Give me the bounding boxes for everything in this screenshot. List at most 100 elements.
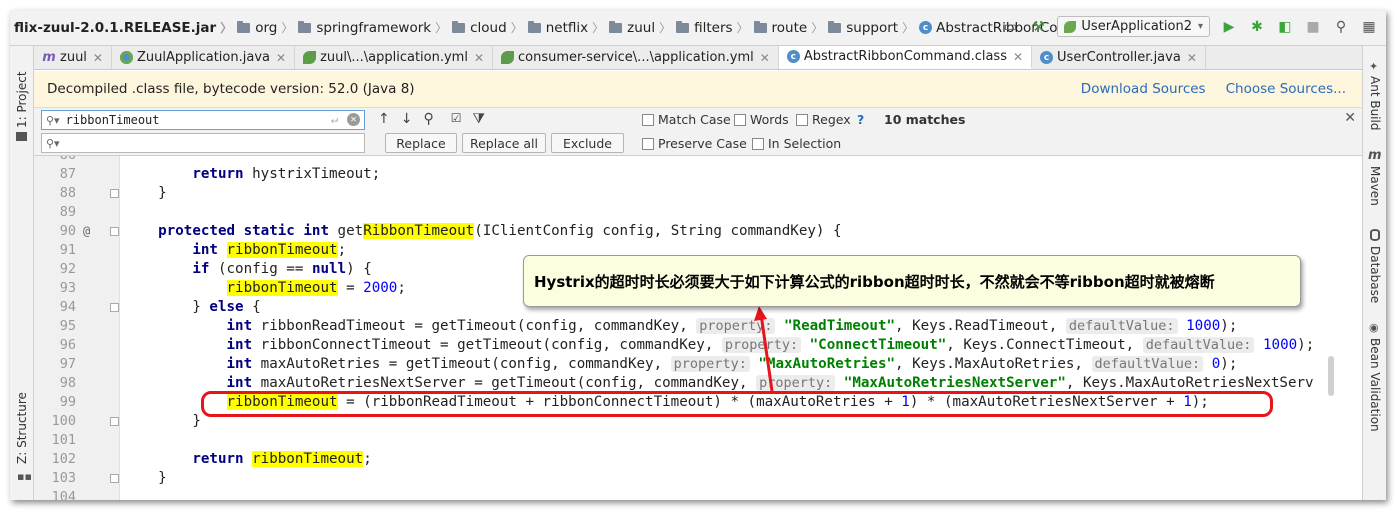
choose-sources-link[interactable]: Choose Sources... xyxy=(1226,81,1346,97)
tool-window-ant-build[interactable]: Ant Build xyxy=(1368,76,1382,130)
code-line[interactable]: 96 int ribbonConnectTimeout = getTimeout… xyxy=(34,336,1362,355)
tab-consumer-application-yml[interactable]: consumer-service\...\application.yml ✕ xyxy=(493,46,779,69)
build-hammer-icon[interactable]: ⚒ xyxy=(1029,18,1047,36)
fold-marker-icon[interactable] xyxy=(110,417,119,426)
tab-abstract-ribbon-command[interactable]: c AbstractRibbonCommand.class ✕ xyxy=(778,46,1033,69)
toolbar-right: ▭ ⚒ UserApplication2 ▾ ▶ ✱ ◧ ■ ⚲ ▦ xyxy=(1001,16,1378,37)
breadcrumb-route[interactable]: route 〉 xyxy=(753,19,829,36)
tab-label: consumer-service\...\application.yml xyxy=(518,50,754,65)
code-text: int ribbonTimeout; xyxy=(192,242,347,258)
tool-window-maven[interactable]: Maven xyxy=(1368,166,1382,206)
highlight-annotation-box xyxy=(201,391,1273,417)
code-line[interactable]: 95 int ribbonReadTimeout = getTimeout(co… xyxy=(34,317,1362,336)
folder-icon xyxy=(676,20,690,33)
in-selection-checkbox[interactable]: In Selection xyxy=(752,136,841,151)
breadcrumb-label: zuul xyxy=(627,19,656,36)
breadcrumb-org[interactable]: org 〉 xyxy=(237,19,298,36)
regex-checkbox[interactable]: Regex xyxy=(796,112,851,127)
words-checkbox[interactable]: Words xyxy=(734,112,789,127)
fold-marker-icon[interactable] xyxy=(110,189,119,198)
find-all-icon[interactable]: ⚲ xyxy=(423,111,433,127)
tool-window-label: Maven xyxy=(1368,166,1382,206)
project-structure-icon[interactable]: ▦ xyxy=(1360,18,1378,36)
previous-occurrence-icon[interactable]: ↑ xyxy=(378,111,390,127)
code-line[interactable]: 88 } xyxy=(34,184,1362,203)
code-line[interactable]: 90 @ protected static int getRibbonTimeou… xyxy=(34,222,1362,241)
tool-window-bean-validation[interactable]: Bean Validation xyxy=(1368,338,1382,432)
select-all-occurrences-icon[interactable]: ☑ xyxy=(451,111,462,127)
breadcrumb-cloud[interactable]: cloud 〉 xyxy=(452,19,528,36)
fold-marker-icon[interactable] xyxy=(110,227,119,236)
breadcrumb-netflix[interactable]: netflix 〉 xyxy=(527,19,609,36)
preserve-case-checkbox[interactable]: Preserve Case xyxy=(642,136,747,151)
close-icon[interactable]: ✕ xyxy=(1187,51,1197,65)
frame-icon[interactable]: ▭ xyxy=(1001,18,1019,36)
code-text: } xyxy=(124,185,167,201)
spring-leaf-icon xyxy=(501,51,515,64)
tab-zuul-application-yml[interactable]: zuul\...\application.yml ✕ xyxy=(295,46,494,69)
run-icon[interactable]: ▶ xyxy=(1220,18,1238,36)
stop-icon[interactable]: ■ xyxy=(1304,18,1322,36)
code-line[interactable]: 87 return hystrixTimeout; xyxy=(34,165,1362,184)
filter-icon[interactable]: ⧩ xyxy=(473,111,486,127)
exclude-button[interactable]: Exclude xyxy=(551,133,624,153)
checkbox-label: Words xyxy=(750,112,789,127)
match-case-checkbox[interactable]: Match Case xyxy=(642,112,731,127)
close-icon[interactable]: ✕ xyxy=(93,51,103,65)
folder-icon xyxy=(753,20,767,33)
replace-input[interactable]: ⚲▾ xyxy=(41,133,365,153)
tool-window-project[interactable]: 1: Project xyxy=(15,71,29,128)
code-editor[interactable]: 8687 return hystrixTimeout;88 }89 90@ pro… xyxy=(34,156,1362,500)
replace-all-button[interactable]: Replace all xyxy=(462,133,546,153)
regex-help-link[interactable]: ? xyxy=(857,112,864,127)
clear-icon[interactable]: ✕ xyxy=(347,113,360,126)
tab-zuul[interactable]: m zuul ✕ xyxy=(34,46,112,69)
button-label: Replace xyxy=(396,135,446,151)
close-icon[interactable]: ✕ xyxy=(474,51,484,65)
close-icon[interactable]: ✕ xyxy=(760,51,770,65)
breadcrumb-jar[interactable]: flix-zuul-2.0.1.RELEASE.jar 〉 xyxy=(14,19,237,36)
breadcrumb-springframework[interactable]: springframework 〉 xyxy=(298,19,452,36)
coverage-icon[interactable]: ◧ xyxy=(1276,18,1294,36)
tool-window-database[interactable]: Database xyxy=(1368,246,1382,303)
database-icon xyxy=(1370,229,1380,241)
navigation-bar: flix-zuul-2.0.1.RELEASE.jar 〉 org 〉 spring… xyxy=(10,10,1386,46)
close-icon[interactable]: ✕ xyxy=(1013,50,1023,64)
tool-window-label: 1: Project xyxy=(15,71,29,128)
close-icon[interactable]: ✕ xyxy=(276,51,286,65)
code-line[interactable]: 86 xyxy=(34,156,1362,165)
code-line[interactable]: 97 int maxAutoRetries = getTimeout(confi… xyxy=(34,355,1362,374)
editor-scrollbar[interactable] xyxy=(1328,356,1334,396)
line-number: 89 xyxy=(59,204,76,220)
tool-window-label: Ant Build xyxy=(1368,76,1382,131)
tab-user-controller[interactable]: c UserController.java ✕ xyxy=(1032,46,1206,69)
breadcrumb-filters[interactable]: filters 〉 xyxy=(676,19,753,36)
bean-icon: ◉ xyxy=(1369,321,1379,334)
code-line[interactable]: 89 xyxy=(34,203,1362,222)
next-occurrence-icon[interactable]: ↓ xyxy=(401,111,413,127)
spring-leaf-icon xyxy=(1064,20,1077,33)
spring-leaf-icon xyxy=(303,51,317,64)
tool-window-structure[interactable]: Z: Structure xyxy=(15,392,29,464)
fold-marker-icon[interactable] xyxy=(110,303,119,312)
code-line[interactable]: 104 xyxy=(34,488,1362,500)
override-marker-icon[interactable]: @ xyxy=(83,222,90,241)
download-sources-link[interactable]: Download Sources xyxy=(1081,81,1206,97)
newline-icon[interactable]: ↵ xyxy=(331,112,338,126)
decompiled-banner: Decompiled .class file, bytecode version… xyxy=(34,71,1362,108)
run-config-select[interactable]: UserApplication2 ▾ xyxy=(1057,16,1210,37)
breadcrumb-support[interactable]: support 〉 xyxy=(828,19,919,36)
replace-button[interactable]: Replace xyxy=(385,133,457,153)
fold-marker-icon[interactable] xyxy=(110,474,119,483)
code-line[interactable]: 101 xyxy=(34,431,1362,450)
search-input[interactable]: ⚲▾ ribbonTimeout ↵ ✕ xyxy=(41,110,365,130)
breadcrumb-zuul[interactable]: zuul 〉 xyxy=(609,19,676,36)
close-icon[interactable]: ✕ xyxy=(1344,110,1356,126)
code-text: } xyxy=(124,413,201,429)
search-icon[interactable]: ⚲ xyxy=(1332,18,1350,36)
debug-bug-icon[interactable]: ✱ xyxy=(1248,18,1266,36)
code-line[interactable]: 103 } xyxy=(34,469,1362,488)
code-line[interactable]: 102 return ribbonTimeout; xyxy=(34,450,1362,469)
tab-zuul-application[interactable]: ZuulApplication.java ✕ xyxy=(112,46,296,69)
code-text: } xyxy=(124,470,167,486)
